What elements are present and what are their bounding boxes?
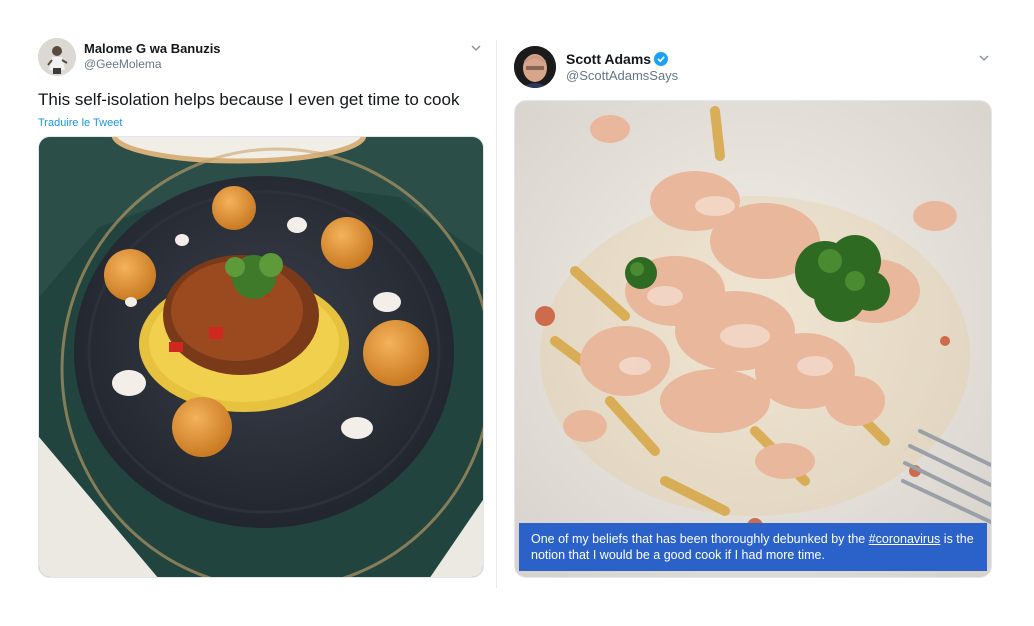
chevron-down-icon[interactable] xyxy=(468,40,484,56)
verified-badge-icon xyxy=(654,52,669,66)
display-name-text[interactable]: Scott Adams xyxy=(566,51,651,67)
avatar[interactable] xyxy=(38,38,76,76)
tweet-photo[interactable]: One of my beliefs that has been thorough… xyxy=(514,100,992,578)
display-name[interactable]: Scott Adams xyxy=(566,51,669,67)
caption-text: One of my beliefs that has been thorough… xyxy=(531,532,869,546)
user-handle[interactable]: @GeeMolema xyxy=(84,57,162,71)
chevron-down-icon[interactable] xyxy=(976,50,992,66)
tweet-divider xyxy=(496,40,497,588)
avatar[interactable] xyxy=(514,46,556,88)
display-name[interactable]: Malome G wa Banuzis xyxy=(84,41,221,56)
tweet-text: This self-isolation helps because I even… xyxy=(38,90,460,109)
hashtag-link[interactable]: #coronavirus xyxy=(869,532,941,546)
user-handle[interactable]: @ScottAdamsSays xyxy=(566,68,678,83)
image-caption: One of my beliefs that has been thorough… xyxy=(519,523,987,571)
translate-link[interactable]: Traduire le Tweet xyxy=(38,117,122,129)
tweet-photo[interactable] xyxy=(38,136,484,578)
